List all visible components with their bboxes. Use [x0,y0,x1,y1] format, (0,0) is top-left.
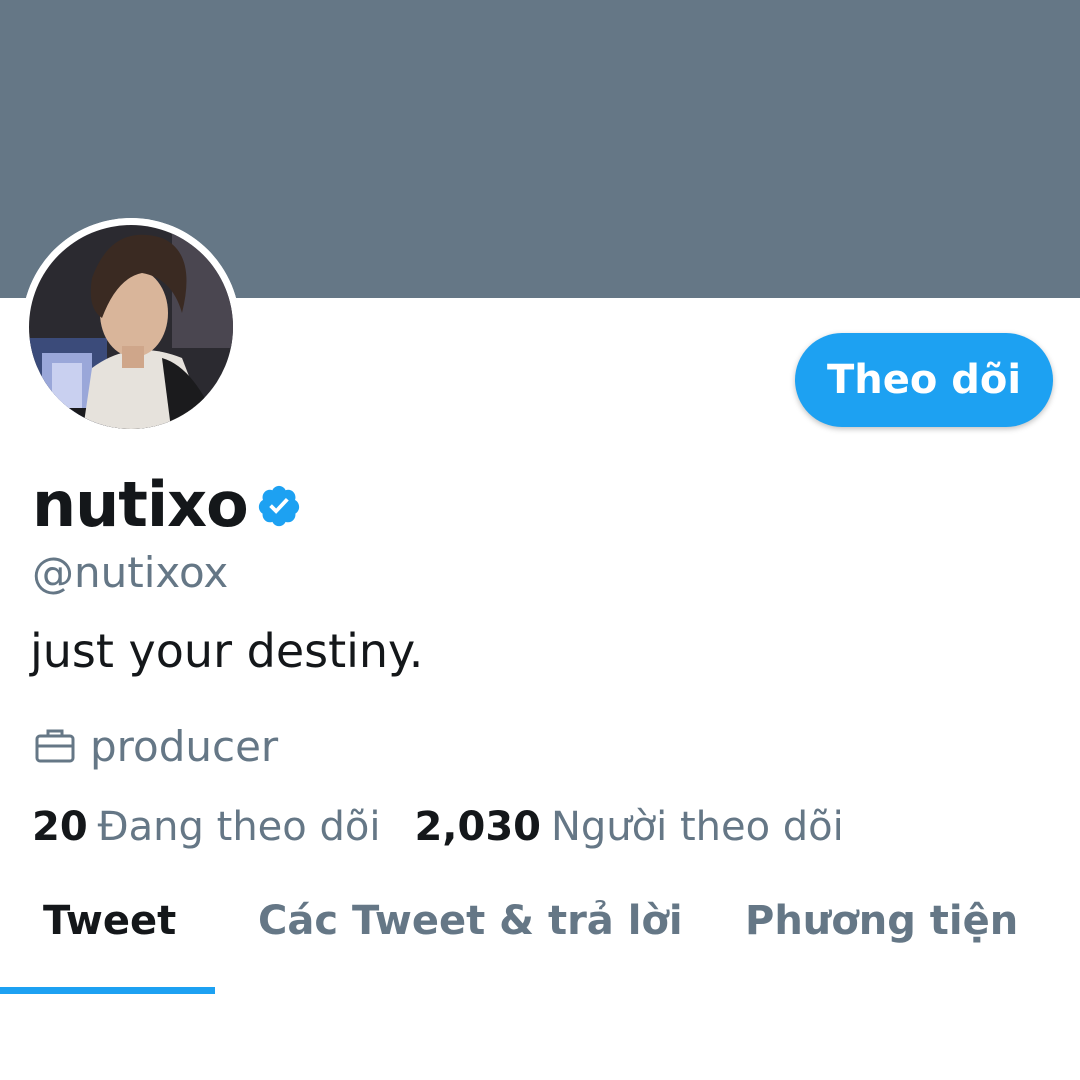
job-row: producer [34,718,278,774]
active-tab-indicator [0,987,215,994]
following-stat[interactable]: 20 Đang theo dõi [32,804,380,850]
following-label: Đang theo dõi [97,804,381,850]
tab-tweets-and-replies[interactable]: Các Tweet & trả lời [258,898,683,944]
name-row: nutixo [32,466,302,542]
briefcase-icon [35,729,75,763]
followers-count: 2,030 [414,804,541,850]
follow-button[interactable]: Theo dõi [795,333,1053,427]
profile-page: Theo dõi nutixo @nutixox just your desti… [0,0,1080,1080]
tab-media[interactable]: Phương tiện [745,898,1018,944]
follow-stats: 20 Đang theo dõi 2,030 Người theo dõi [32,804,844,850]
avatar-image [22,218,240,436]
followers-stat[interactable]: 2,030 Người theo dõi [414,804,843,850]
job-label: producer [90,721,279,771]
verified-badge-icon [258,485,299,527]
followers-label: Người theo dõi [550,804,844,850]
profile-tabs: Tweet Các Tweet & trả lời Phương tiện [0,880,1080,996]
profile-handle: @nutixox [32,548,229,597]
tab-tweets[interactable]: Tweet [43,898,176,944]
following-count: 20 [32,804,88,850]
profile-bio: just your destiny. [30,624,424,678]
avatar[interactable] [22,218,240,436]
display-name: nutixo [32,467,249,541]
